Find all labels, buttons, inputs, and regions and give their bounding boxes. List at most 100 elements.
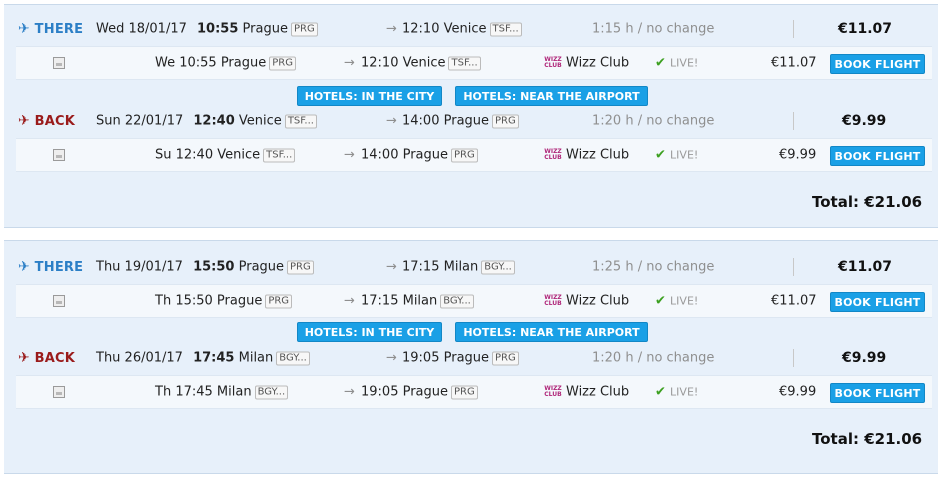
departure-time: 17:45 bbox=[193, 350, 235, 366]
direction-label: ✈ THERE bbox=[18, 21, 83, 37]
airport-code: TSF... bbox=[448, 56, 481, 71]
live-status: ✔ LIVE! bbox=[655, 56, 698, 71]
airline-name: Wizz Club bbox=[566, 293, 630, 309]
flight-duration: 1:15 h / no change bbox=[592, 21, 715, 37]
arrival-info: 19:05 Prague PRG bbox=[402, 351, 519, 366]
divider bbox=[793, 20, 794, 38]
arrival-city: Milan bbox=[443, 259, 479, 275]
checkmark-icon: ✔ bbox=[655, 55, 666, 71]
detail-arrival-text: 17:15 Milan bbox=[361, 293, 438, 309]
airport-code: BGY... bbox=[254, 385, 289, 400]
book-flight-button[interactable]: BOOK FLIGHT bbox=[830, 383, 925, 403]
departure-info: Thu 19/01/17 15:50 Prague PRG bbox=[96, 260, 314, 275]
hotels-near-airport-button[interactable]: HOTELS: NEAR THE AIRPORT bbox=[455, 322, 648, 342]
divider bbox=[793, 258, 794, 276]
flight-price: €9.99 bbox=[842, 113, 887, 129]
arrow-right-icon: → bbox=[386, 350, 397, 366]
flight-summary-row: ✈ BACK Thu 26/01/17 17:45 Milan BGY... → … bbox=[4, 344, 938, 372]
detail-departure: Th 15:50 Prague PRG bbox=[155, 293, 293, 309]
departure-time: 12:40 bbox=[193, 113, 235, 129]
departure-time: 15:50 bbox=[193, 259, 235, 275]
arrival-info: 14:00 Prague PRG bbox=[402, 114, 519, 129]
airport-code: PRG bbox=[287, 260, 314, 275]
detail-arrival: 17:15 Milan BGY... bbox=[361, 294, 474, 309]
departure-date: Thu 19/01/17 bbox=[96, 259, 183, 275]
detail-departure-text: Th 17:45 Milan bbox=[155, 384, 252, 400]
arrow-right-icon: → bbox=[344, 147, 355, 163]
detail-departure: We 10:55 Prague PRG bbox=[155, 56, 296, 71]
airport-code: PRG bbox=[492, 114, 519, 129]
departure-city: Prague bbox=[238, 259, 285, 275]
detail-arrival: 19:05 Prague PRG bbox=[361, 385, 478, 400]
image-placeholder-icon bbox=[53, 295, 65, 307]
departure-time: 10:55 bbox=[197, 21, 239, 37]
flight-detail-row: Th 15:50 Prague PRG → 17:15 Milan BGY... W… bbox=[16, 284, 932, 318]
arrow-right-icon: → bbox=[344, 55, 355, 71]
flight-detail-row: Su 12:40 Venice TSF... → 14:00 Prague PRG … bbox=[16, 138, 932, 172]
live-status: ✔ LIVE! bbox=[655, 148, 698, 163]
checkmark-icon: ✔ bbox=[655, 293, 666, 309]
arrow-right-icon: → bbox=[386, 259, 397, 275]
hotels-near-airport-button[interactable]: HOTELS: NEAR THE AIRPORT bbox=[455, 86, 648, 106]
arrival-city: Prague bbox=[443, 350, 490, 366]
divider bbox=[793, 349, 794, 367]
detail-price: €9.99 bbox=[779, 384, 817, 400]
book-flight-button[interactable]: BOOK FLIGHT bbox=[830, 292, 925, 312]
image-placeholder-icon bbox=[53, 57, 65, 69]
direction-text: BACK bbox=[34, 351, 76, 366]
direction-label: ✈ THERE bbox=[18, 259, 83, 275]
direction-label: ✈ BACK bbox=[18, 113, 75, 129]
airport-code: PRG bbox=[492, 351, 519, 366]
image-placeholder-icon bbox=[53, 149, 65, 161]
trip-card: ✈ THERE Thu 19/01/17 15:50 Prague PRG → 1… bbox=[4, 240, 938, 474]
live-text: LIVE! bbox=[670, 385, 699, 399]
book-flight-button[interactable]: BOOK FLIGHT bbox=[830, 54, 925, 74]
hotels-in-city-button[interactable]: HOTELS: IN THE CITY bbox=[297, 86, 442, 106]
detail-arrival-text: 14:00 Prague bbox=[361, 147, 449, 163]
detail-departure-text: We 10:55 Prague bbox=[155, 55, 267, 71]
airport-code: PRG bbox=[451, 148, 478, 163]
arrival-time: 17:15 bbox=[402, 259, 440, 275]
flight-duration: 1:20 h / no change bbox=[592, 113, 715, 129]
airline-name: Wizz Club bbox=[566, 55, 630, 71]
arrow-right-icon: → bbox=[386, 113, 397, 129]
live-status: ✔ LIVE! bbox=[655, 385, 698, 400]
live-status: ✔ LIVE! bbox=[655, 294, 698, 309]
live-text: LIVE! bbox=[670, 148, 699, 162]
hotels-in-city-button[interactable]: HOTELS: IN THE CITY bbox=[297, 322, 442, 342]
trip-total: Total: €21.06 bbox=[812, 193, 923, 211]
detail-departure: Su 12:40 Venice TSF... bbox=[155, 148, 296, 163]
book-flight-button[interactable]: BOOK FLIGHT bbox=[830, 146, 925, 166]
airport-code: PRG bbox=[451, 385, 478, 400]
departure-info: Thu 26/01/17 17:45 Milan BGY... bbox=[96, 351, 310, 366]
arrival-info: 12:10 Venice TSF... bbox=[402, 22, 522, 37]
airport-code: PRG bbox=[265, 294, 293, 309]
arrival-time: 12:10 bbox=[402, 21, 440, 37]
arrow-right-icon: → bbox=[344, 293, 355, 309]
departure-date: Wed 18/01/17 bbox=[96, 21, 187, 37]
detail-price: €11.07 bbox=[771, 293, 817, 309]
detail-departure: Th 17:45 Milan BGY... bbox=[155, 384, 289, 400]
airport-code: PRG bbox=[290, 22, 318, 37]
departure-city: Prague bbox=[242, 21, 288, 37]
airport-code: BGY... bbox=[276, 351, 310, 366]
departure-city: Milan bbox=[238, 350, 274, 366]
detail-arrival: 12:10 Venice TSF... bbox=[361, 56, 481, 71]
trip-total: Total: €21.06 bbox=[812, 430, 923, 448]
live-text: LIVE! bbox=[670, 56, 699, 70]
detail-departure-text: Th 15:50 Prague bbox=[155, 293, 263, 309]
airport-code: TSF... bbox=[489, 22, 522, 37]
airport-code: BGY... bbox=[481, 260, 515, 275]
detail-arrival: 14:00 Prague PRG bbox=[361, 148, 478, 163]
plane-landing-icon: ✈ bbox=[18, 350, 30, 366]
checkmark-icon: ✔ bbox=[655, 384, 666, 400]
flight-price: €11.07 bbox=[838, 21, 893, 37]
airport-code: BGY... bbox=[440, 294, 474, 309]
airport-code: PRG bbox=[269, 56, 296, 71]
airline-name: Wizz Club bbox=[566, 384, 630, 400]
flight-duration: 1:20 h / no change bbox=[592, 350, 715, 366]
image-placeholder-icon bbox=[53, 386, 65, 398]
airline-name: Wizz Club bbox=[566, 147, 630, 163]
trip-card: ✈ THERE Wed 18/01/17 10:55 Prague PRG → 1… bbox=[4, 4, 938, 228]
flight-summary-row: ✈ BACK Sun 22/01/17 12:40 Venice TSF... →… bbox=[4, 107, 938, 135]
